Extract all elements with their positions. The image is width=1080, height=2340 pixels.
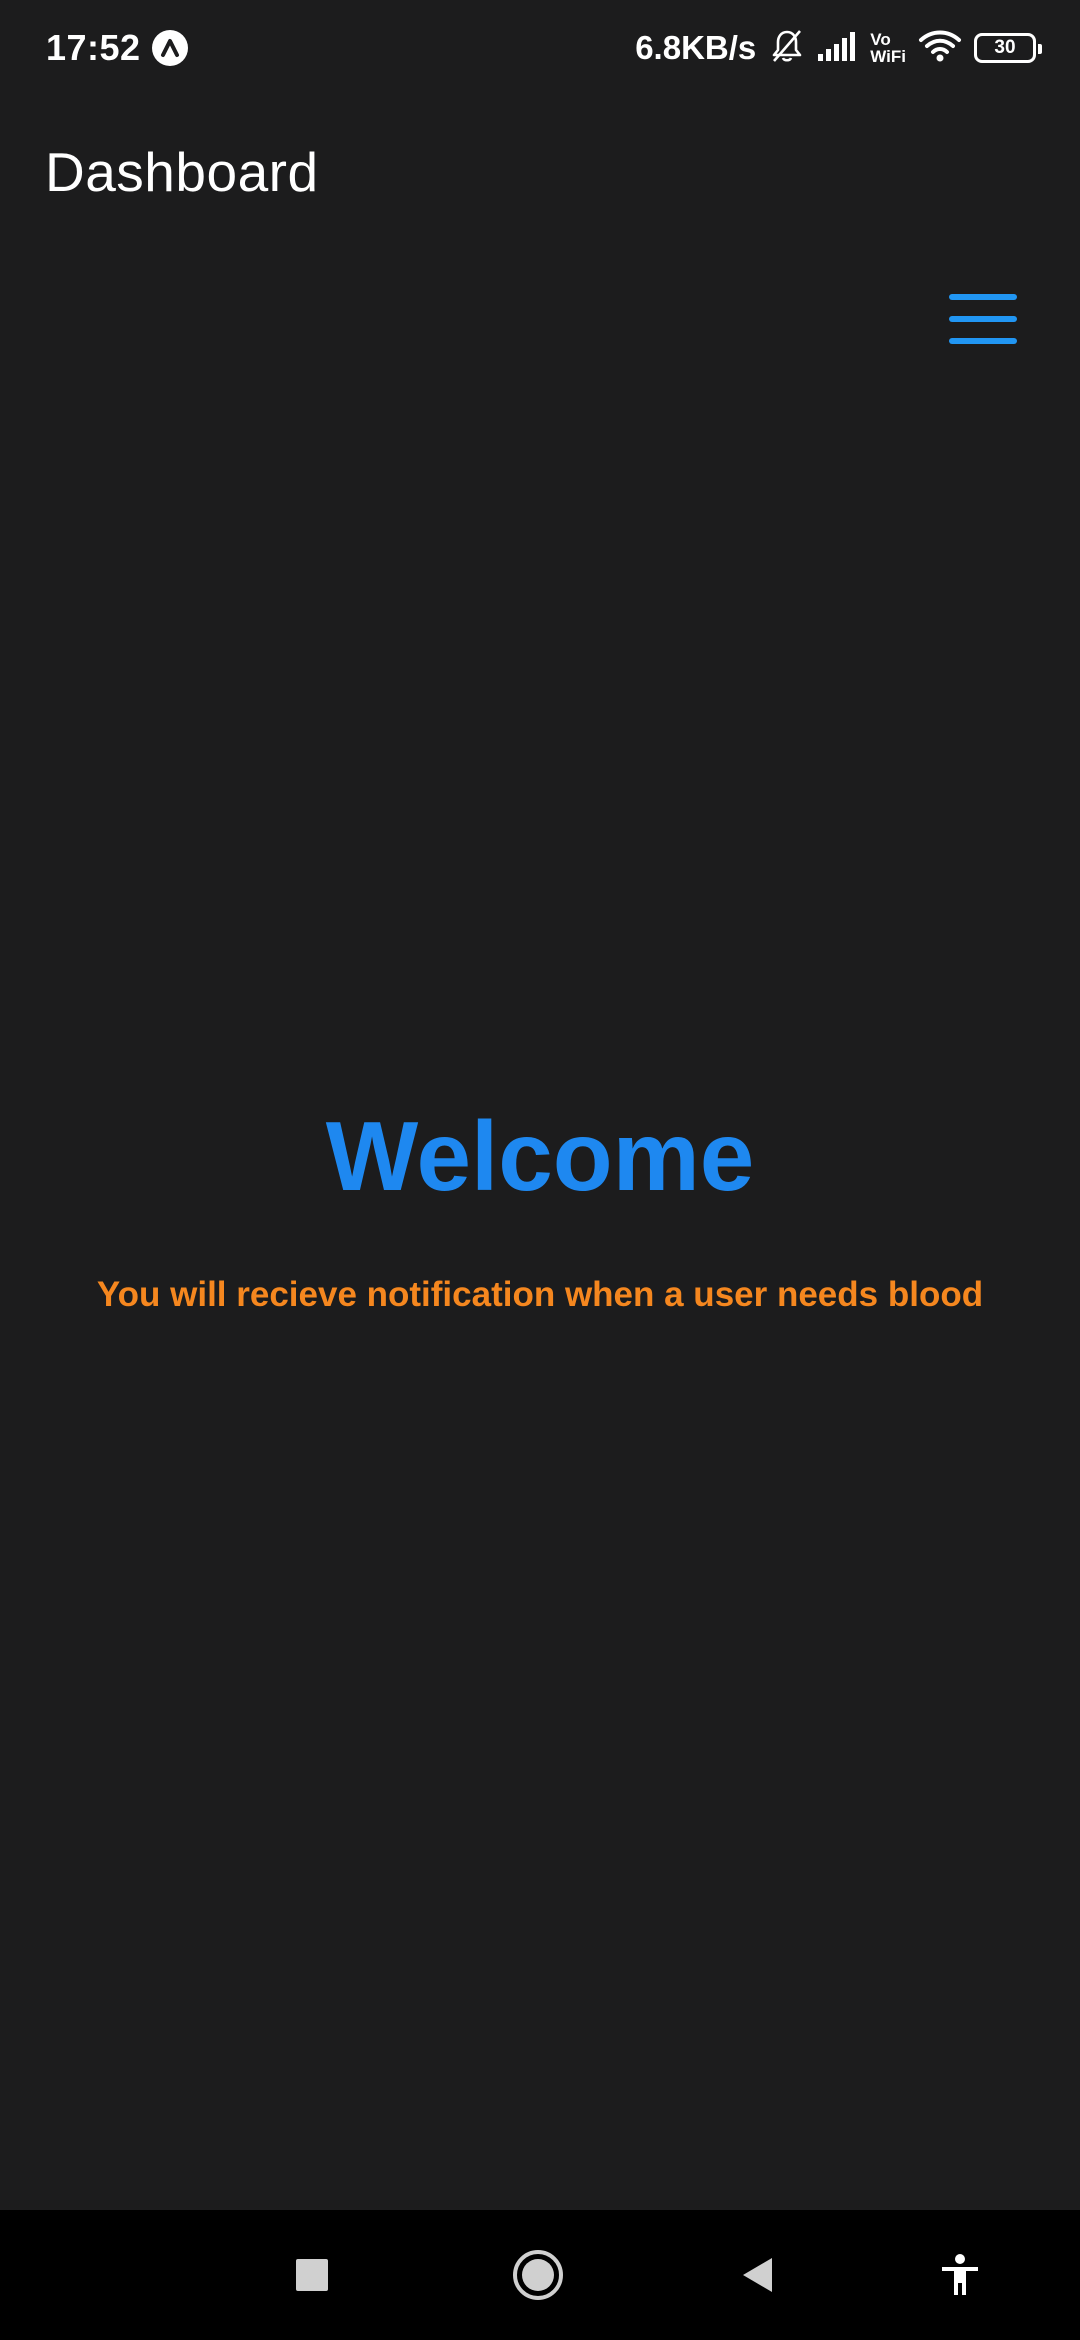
hamburger-menu-icon[interactable] [945,290,1023,348]
welcome-heading: Welcome [325,1101,755,1211]
status-bar: 17:52 6.8KB/s Vo WiFi 30 [0,0,1080,96]
wifi-icon [918,28,962,69]
vowifi-bottom-label: WiFi [870,47,906,66]
vowifi-icon: Vo WiFi [870,31,906,65]
back-icon[interactable] [728,2245,788,2305]
system-nav-bar [0,2210,1080,2340]
status-time: 17:52 [46,27,141,68]
net-speed: 6.8KB/s [635,29,757,66]
notification-message: You will recieve notification when a use… [96,1275,984,1314]
bell-muted-icon [770,28,804,69]
accessibility-icon[interactable] [930,2245,990,2305]
recent-apps-icon[interactable] [282,2245,342,2305]
battery-icon: 30 [974,33,1042,63]
vowifi-top-label: Vo [870,30,891,49]
dashboard-screen: 17:52 6.8KB/s Vo WiFi 30 Dashboard Welco… [0,0,1080,2340]
home-icon[interactable] [508,2245,568,2305]
status-icons: 6.8KB/s Vo WiFi 30 [635,24,1042,72]
signal-icon [816,30,858,67]
battery-level: 30 [994,37,1016,58]
page-title: Dashboard [45,141,319,203]
app-notification-icon [152,30,188,66]
